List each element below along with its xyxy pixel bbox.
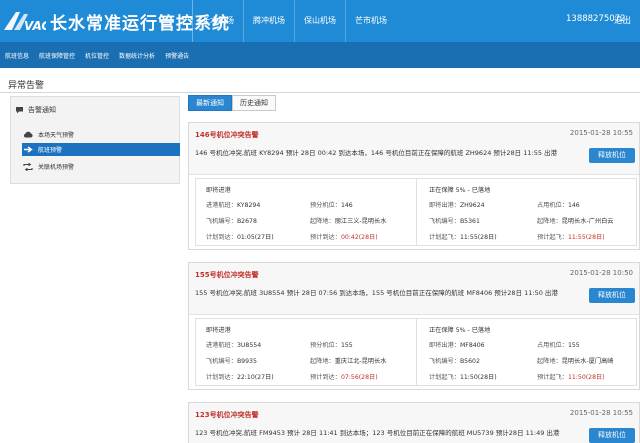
tab-latest[interactable]: 最新通知 [188,95,232,111]
subnav-statistics[interactable]: 数据统计分析 [114,51,160,60]
subnav-stand-control[interactable]: 机位管控 [80,51,114,60]
nav-mangshi[interactable]: 芒市机场 [345,0,396,42]
aircraft-reg: 飞机编号：B2678 [206,218,257,225]
alert-time: 2015-01-28 10:55 [569,129,633,137]
sidebar-item-label: 航班预警 [38,147,63,154]
chat-bubble-icon [16,107,23,114]
outbound-column: 正在保障 5% - 已落地 即将出港：ZH9624 占用机位：146 飞机编号：… [417,179,638,245]
planned-departure: 计划起飞：11:50(28日) [429,374,497,381]
estimated-arrival: 预计到达：07:56(28日) [310,374,378,381]
sidebar-item-label: 本场天气预警 [38,132,75,139]
alert-time: 2015-01-28 10:55 [569,409,633,417]
subnav-alerts[interactable]: 预警通告 [160,51,194,60]
occupied-stand: 占用机位：146 [537,202,580,209]
subnav-flight-info[interactable]: 航班信息 [0,51,34,60]
top-nav: 长水机场 腾冲机场 保山机场 芒市机场 [192,0,396,42]
subnav-flight-support[interactable]: 航班保障管控 [34,51,80,60]
nav-tengchong[interactable]: 腾冲机场 [243,0,294,42]
alert-card: 123号机位冲突告警 2015-01-28 10:55 123 号机位冲突,航班… [188,402,640,443]
alert-detail: 即将进港 进港航班：KY8294 预分机位：146 飞机编号：B2678 起降地… [195,178,637,246]
inbound-column: 即将进港 进港航班：KY8294 预分机位：146 飞机编号：B2678 起降地… [196,179,417,245]
alert-description: 123 号机位冲突,航班 FM9453 预计 28日 11:41 到达本场；12… [195,429,560,437]
alert-detail: 即将进港 进港航班：3U8554 预分机位：155 飞机编号：B9935 起降地… [195,318,637,386]
alert-description: 155 号机位冲突,航班 3U8554 预计 28日 07:56 到达本场，15… [195,289,558,297]
occupied-stand: 占用机位：155 [537,342,580,349]
sidebar-heading-label: 告警通知 [28,106,56,114]
outbound-status: 正在保障 5% - 已落地 [429,327,491,334]
estimated-departure: 预计起飞：11:55(28日) [537,234,605,241]
assigned-stand: 预分机位：155 [310,342,353,349]
alert-card: 155号机位冲突告警 2015-01-28 10:50 155 号机位冲突,航班… [188,262,640,390]
aircraft-reg: 飞机编号：B5361 [429,218,480,225]
cloud-icon [23,131,33,138]
arrow-right-icon [24,146,33,153]
alert-description: 146 号机位冲突,航班 KY8294 预计 28日 00:42 到达本场，14… [195,149,558,157]
inbound-flight: 进港航班：3U8554 [206,342,262,349]
alert-title: 123号机位冲突告警 [195,411,259,419]
inbound-column: 即将进港 进港航班：3U8554 预分机位：155 飞机编号：B9935 起降地… [196,319,417,385]
estimated-departure: 预计起飞：11:50(28日) [537,374,605,381]
estimated-arrival: 预计到达：00:42(28日) [310,234,378,241]
outbound-flight: 即将出港：ZH9624 [429,202,485,209]
sidebar: 告警通知 本场天气预警 航班预警 关联机场预警 [10,96,180,184]
inbound-status: 即将进港 [206,187,231,194]
planned-arrival: 计划到达：22:10(27日) [206,374,274,381]
sidebar-item-weather[interactable]: 本场天气预警 [23,128,74,141]
sub-navigation: 航班信息 航班保障管控 机位管控 数据统计分析 预警通告 [0,42,640,68]
route: 起降地：丽江三义-昆明长水 [310,218,387,225]
title-divider [0,92,640,93]
sidebar-heading: 告警通知 [15,105,56,115]
nav-baoshan[interactable]: 保山机场 [294,0,345,42]
release-stand-button[interactable]: 释放机位 [589,428,635,443]
alert-card: 146号机位冲突告警 2015-01-28 10:55 146 号机位冲突,航班… [188,122,640,250]
release-stand-button[interactable]: 释放机位 [589,148,635,163]
outbound-column: 正在保障 5% - 已落地 即将出港：MF8406 占用机位：155 飞机编号：… [417,319,638,385]
route: 起降地：重庆江北-昆明长水 [310,358,387,365]
outbound-flight: 即将出港：MF8406 [429,342,485,349]
planned-arrival: 计划到达：01:05(27日) [206,234,274,241]
sidebar-item-label: 关联机场预警 [38,164,75,171]
route: 起降地：昆明长水-厦门高崎 [537,358,614,365]
logo-text: VAC [24,19,46,33]
notice-tabs: 最新通知 历史通知 [188,95,276,111]
planned-departure: 计划起飞：11:55(28日) [429,234,497,241]
release-stand-button[interactable]: 释放机位 [589,288,635,303]
alert-title: 146号机位冲突告警 [195,131,259,139]
sidebar-item-related-airport[interactable]: 关联机场预警 [23,160,74,173]
page-title: 异常告警 [8,81,45,91]
nav-changshui[interactable]: 长水机场 [192,0,243,42]
sidebar-item-flight-alert[interactable]: 航班预警 [22,143,180,156]
alert-title: 155号机位冲突告警 [195,271,259,279]
inbound-status: 即将进港 [206,327,231,334]
logo-icon: VAC [4,12,46,33]
retweet-icon [23,162,33,171]
inbound-flight: 进港航班：KY8294 [206,202,261,209]
exit-link[interactable]: 退出 [614,14,631,26]
outbound-status: 正在保障 5% - 已落地 [429,187,491,194]
top-header: VAC 长水常准运行管控系统 长水机场 腾冲机场 保山机场 芒市机场 13888… [0,0,640,42]
alert-time: 2015-01-28 10:50 [569,269,633,277]
aircraft-reg: 飞机编号：B9935 [206,358,257,365]
aircraft-reg: 飞机编号：B5602 [429,358,480,365]
route: 起降地：昆明长水-广州白云 [537,218,614,225]
assigned-stand: 预分机位：146 [310,202,353,209]
tab-history[interactable]: 历史通知 [232,95,276,111]
